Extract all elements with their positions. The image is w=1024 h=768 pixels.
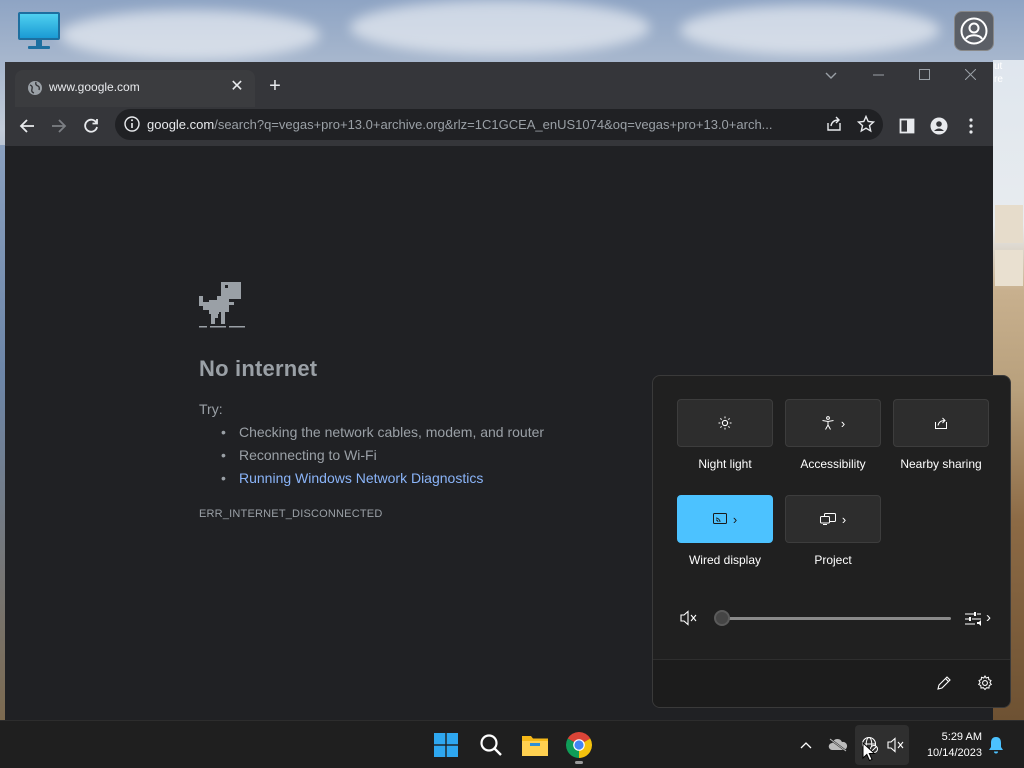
globe-icon [28,81,42,95]
accessibility-icon [822,416,834,430]
search-button[interactable] [475,729,507,761]
cloud [350,0,650,55]
tab-search-chevron-icon[interactable] [808,64,854,88]
suggestions-list: Checking the network cables, modem, and … [221,424,544,493]
side-panel-button[interactable] [893,112,921,140]
forward-button[interactable] [45,112,73,140]
start-button[interactable] [430,729,462,761]
list-item: Reconnecting to Wi-Fi [221,447,544,470]
night-light-toggle[interactable] [677,399,773,447]
error-code: ERR_INTERNET_DISCONNECTED [199,508,383,520]
minimize-button[interactable] [855,64,901,88]
new-tab-button[interactable]: + [263,74,287,98]
arrow-right-icon [52,119,67,133]
this-pc-desktop-icon[interactable] [16,12,62,50]
project-icon [819,513,836,525]
chevron-right-icon: › [840,415,846,431]
clock-date: 10/14/2023 [926,747,982,759]
bookmark-star-icon[interactable] [857,115,875,133]
clock[interactable]: 5:29 AM 10/14/2023 [912,729,982,761]
maximize-button[interactable] [901,64,947,88]
tile-label: Wired display [688,553,762,567]
cloud-offline-icon [828,738,848,752]
search-icon [480,734,502,756]
profile-button[interactable] [925,112,953,140]
brightness-icon [718,416,732,430]
quick-settings-footer [653,659,1010,707]
cloud [60,10,320,60]
browser-toolbar: google.com/search?q=vegas+pro+13.0+archi… [5,107,993,146]
notifications-button[interactable] [984,733,1008,757]
onedrive-tray-button[interactable] [826,733,850,757]
clock-time: 5:29 AM [941,731,982,743]
list-item: Checking the network cables, modem, and … [221,424,544,447]
tab-strip: www.google.com ✕ + [5,62,993,107]
taskbar: 5:29 AM 10/14/2023 [0,720,1024,768]
tab-google[interactable]: www.google.com ✕ [15,70,255,107]
desktop-edge-text: ut [994,61,1003,72]
url-text[interactable]: google.com/search?q=vegas+pro+13.0+archi… [147,117,817,132]
quick-settings-panel: Night light › Accessibility Nearby shari… [652,375,1011,708]
running-indicator [575,761,583,764]
wired-display-toggle[interactable]: › [677,495,773,543]
chrome-taskbar-button[interactable] [563,729,595,761]
arrow-left-icon [19,119,34,133]
speaker-muted-icon [887,737,904,753]
volume-tray-icon[interactable] [884,733,908,757]
volume-muted-icon[interactable] [680,610,698,626]
cloud [680,5,940,55]
pencil-icon[interactable] [936,675,952,691]
tile-label: Nearby sharing [900,457,982,471]
audio-output-icon[interactable] [965,611,985,627]
nearby-sharing-toggle[interactable] [893,399,989,447]
wallpaper-building [995,205,1023,243]
side-panel-icon [899,118,915,134]
share-icon[interactable] [825,115,843,133]
dino-icon[interactable] [199,282,245,330]
desktop-edge-text: re [994,74,1003,85]
mouse-cursor-icon [862,742,876,762]
profile-icon [930,117,948,135]
tile-label: Project [814,553,852,567]
kebab-menu-icon [969,118,973,134]
bell-icon [989,737,1003,754]
volume-slider-track[interactable] [721,617,951,620]
try-label: Try: [199,401,223,417]
chevron-up-icon [800,742,812,749]
network-diagnostics-link[interactable]: Running Windows Network Diagnostics [221,470,544,493]
accessibility-toggle[interactable]: › [785,399,881,447]
chevron-right-icon: › [732,511,738,527]
volume-slider-thumb[interactable] [714,610,730,626]
file-explorer-button[interactable] [519,729,551,761]
user-avatar-icon[interactable] [954,11,994,51]
cast-icon [712,513,727,524]
chevron-right-icon[interactable]: › [986,609,991,626]
close-window-button[interactable] [947,64,993,88]
monitor-screen [18,12,60,40]
address-bar[interactable]: google.com/search?q=vegas+pro+13.0+archi… [115,109,883,140]
show-hidden-icons-button[interactable] [794,733,818,757]
folder-icon [522,736,548,756]
gear-icon[interactable] [977,675,993,691]
windows-logo-icon [434,733,458,757]
chevron-right-icon: › [841,511,847,527]
person-circle-icon [960,17,988,45]
tab-title: www.google.com [49,80,140,94]
tile-label: Night light [698,457,752,471]
wallpaper-building [995,250,1023,286]
share-icon [935,417,947,429]
reload-button[interactable] [77,112,105,140]
volume-row: › [653,604,1010,634]
chrome-icon [566,732,592,758]
info-icon[interactable] [123,115,141,133]
project-toggle[interactable]: › [785,495,881,543]
reload-icon [84,118,98,133]
menu-button[interactable] [957,112,985,140]
tile-label: Accessibility [800,457,866,471]
page-title: No internet [199,356,318,381]
tab-close-icon[interactable]: ✕ [227,77,247,97]
back-button[interactable] [13,112,41,140]
